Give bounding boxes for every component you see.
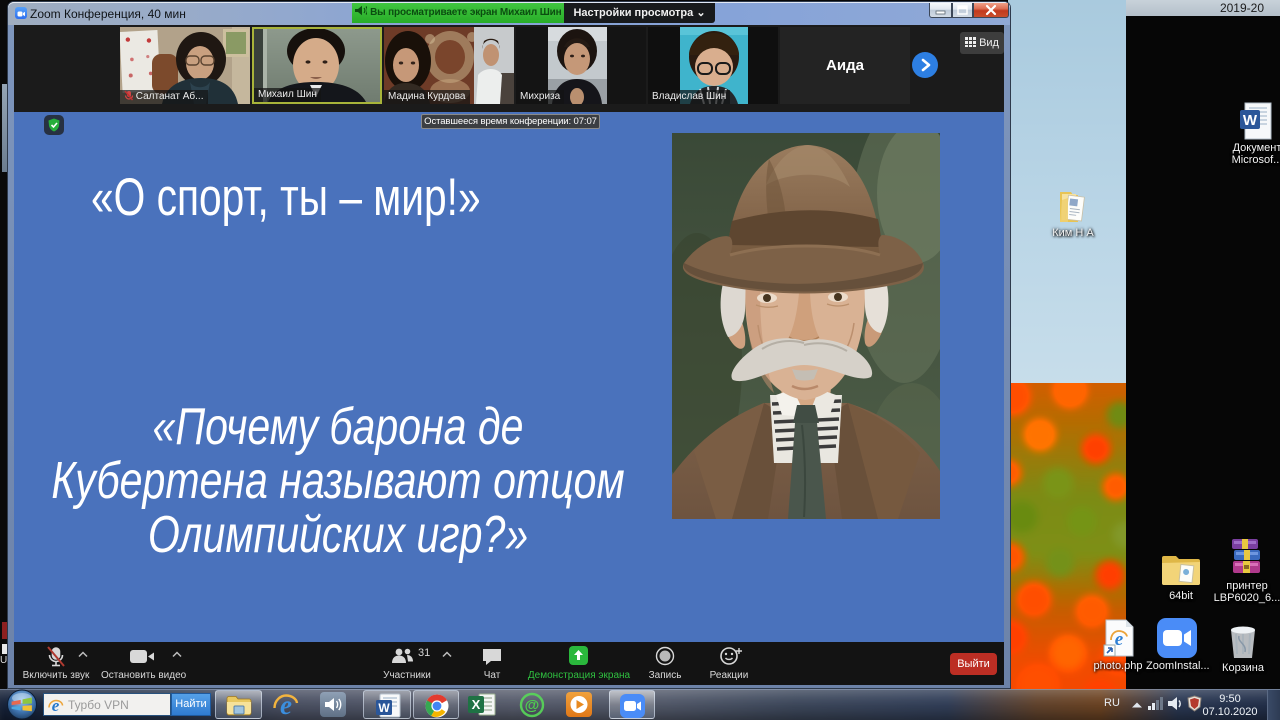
svg-text:X: X <box>472 697 481 712</box>
svg-text:W: W <box>1243 112 1258 129</box>
svg-text:@: @ <box>525 697 540 714</box>
svg-text:e: e <box>52 697 60 714</box>
svg-text:W: W <box>378 701 390 715</box>
